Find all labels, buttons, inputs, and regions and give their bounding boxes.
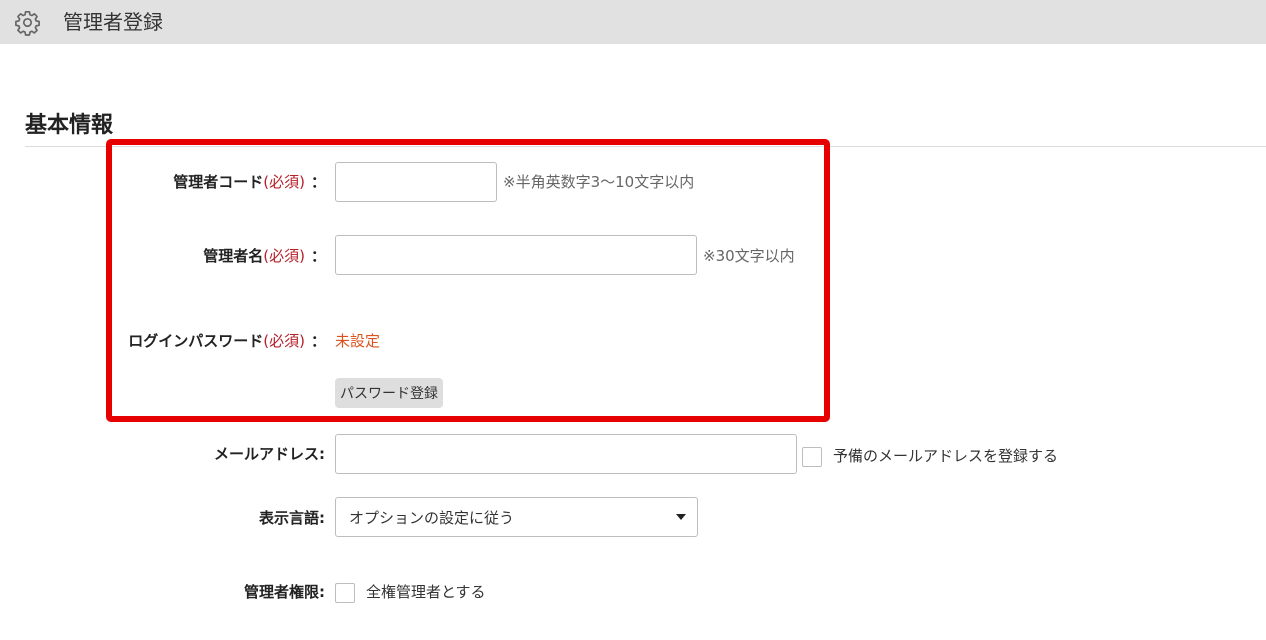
- admin-name-input[interactable]: [335, 235, 697, 275]
- password-status: 未設定: [335, 332, 381, 350]
- admin-name-label-text: 管理者名: [203, 247, 264, 265]
- email-input[interactable]: [335, 434, 797, 474]
- label-colon: ：: [310, 332, 326, 350]
- display-language-selected: オプションの設定に従う: [349, 509, 515, 527]
- admin-code-input[interactable]: [335, 162, 497, 202]
- login-password-label: ログインパスワード(必須) ：: [128, 331, 326, 351]
- admin-code-label: 管理者コード(必須) ：: [173, 172, 326, 192]
- admin-name-label: 管理者名(必須) ：: [203, 246, 326, 266]
- required-marker: (必須): [263, 173, 305, 191]
- required-marker: (必須): [263, 247, 305, 265]
- page-header: 管理者登録: [0, 0, 1266, 44]
- page-title: 管理者登録: [63, 10, 163, 34]
- admin-name-hint: ※30文字以内: [703, 247, 795, 265]
- display-language-label: 表示言語:: [259, 509, 325, 527]
- backup-email-checkbox-label[interactable]: 予備のメールアドレスを登録する: [833, 446, 1058, 466]
- backup-email-checkbox[interactable]: [802, 447, 822, 467]
- admin-privilege-label: 管理者権限:: [244, 583, 325, 601]
- label-colon: ：: [310, 173, 326, 191]
- admin-code-label-text: 管理者コード: [173, 173, 264, 191]
- email-label: メールアドレス:: [214, 445, 325, 463]
- full-admin-checkbox-label[interactable]: 全権管理者とする: [366, 582, 486, 602]
- login-password-label-text: ログインパスワード: [128, 332, 264, 350]
- required-marker: (必須): [263, 332, 305, 350]
- caret-down-icon: [676, 514, 686, 520]
- display-language-select[interactable]: オプションの設定に従う: [335, 497, 698, 537]
- label-colon: ：: [310, 247, 326, 265]
- admin-code-hint: ※半角英数字3～10文字以内: [503, 173, 695, 191]
- gear-icon: [15, 10, 40, 36]
- register-password-button[interactable]: パスワード登録: [335, 378, 443, 408]
- section-title: 基本情報: [25, 113, 114, 138]
- full-admin-checkbox[interactable]: [335, 583, 355, 603]
